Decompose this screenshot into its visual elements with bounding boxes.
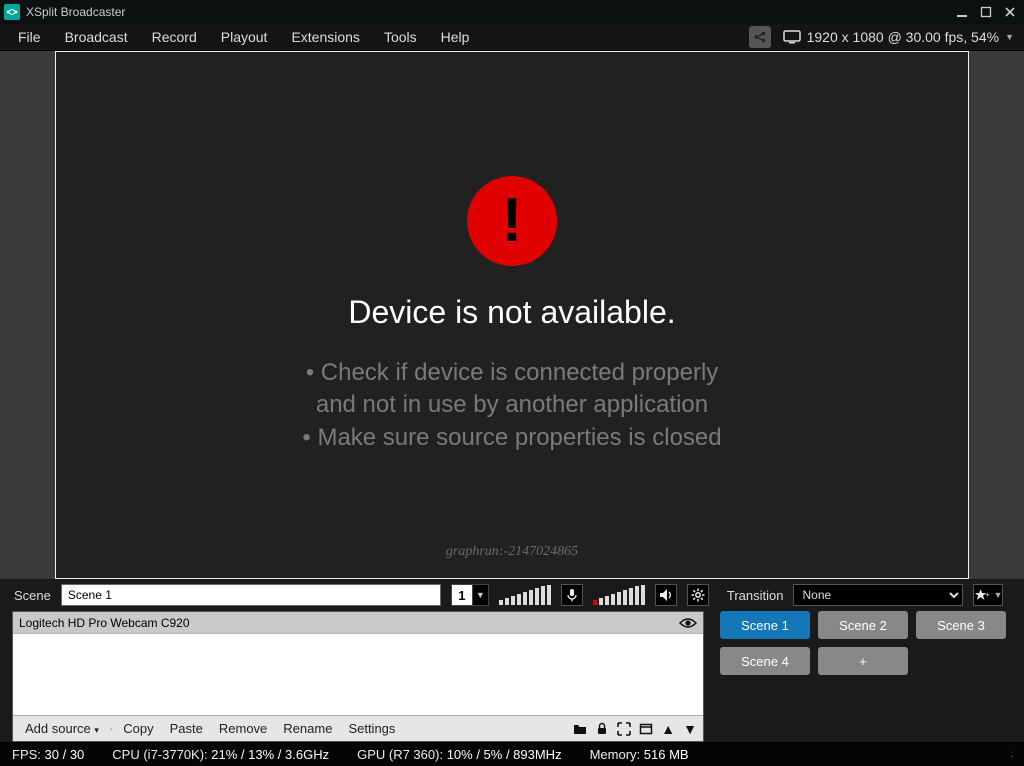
close-button[interactable] (1000, 2, 1020, 22)
share-icon[interactable] (749, 26, 771, 48)
dropdown-caret-icon: ▼ (1005, 32, 1014, 42)
menu-record[interactable]: Record (140, 25, 209, 49)
sources-list[interactable]: Logitech HD Pro Webcam C920 (13, 612, 703, 715)
visibility-eye-icon[interactable] (679, 617, 697, 629)
scene-name-input[interactable] (61, 584, 441, 606)
microphone-meter[interactable] (593, 585, 645, 605)
menu-playout[interactable]: Playout (209, 25, 280, 49)
output-resolution-text: 1920 x 1080 @ 30.00 fps, 54% (807, 29, 999, 45)
error-hint-line: • Make sure source properties is closed (302, 422, 721, 454)
error-hint-line: • Check if device is connected properly (302, 357, 721, 389)
scenes-panel: Scene 1 Scene 2 Scene 3 Scene 4 + (720, 611, 1016, 742)
copy-button[interactable]: Copy (117, 719, 159, 738)
gpu-label: GPU (R7 360): (357, 747, 443, 762)
scene-button[interactable]: Scene 1 (720, 611, 810, 639)
preview-mode-value: 1 (451, 584, 473, 606)
add-source-button[interactable]: Add source ▾ (19, 719, 105, 738)
menu-help[interactable]: Help (429, 25, 482, 49)
lock-icon[interactable] (595, 722, 609, 736)
preview-mode-button[interactable]: 1 ▼ (451, 584, 489, 606)
scene-button[interactable]: Scene 3 (916, 611, 1006, 639)
menu-tools[interactable]: Tools (372, 25, 429, 49)
window-icon[interactable] (639, 722, 653, 736)
error-title: Device is not available. (348, 294, 675, 331)
memory-value: 516 MB (644, 747, 689, 762)
app-icon (4, 4, 20, 20)
stage-gutter-right (969, 51, 1024, 579)
menu-file[interactable]: File (6, 25, 53, 49)
audio-settings-button[interactable] (687, 584, 709, 606)
minimize-button[interactable] (952, 2, 972, 22)
preview-canvas[interactable]: ! Device is not available. • Check if de… (55, 51, 969, 579)
source-settings-button[interactable]: Settings (342, 719, 401, 738)
scene-label: Scene (14, 588, 51, 603)
speaker-button[interactable] (655, 584, 677, 606)
menu-broadcast[interactable]: Broadcast (53, 25, 140, 49)
stinger-favorite-button[interactable]: + ▼ (973, 584, 1003, 606)
memory-label: Memory: (590, 747, 641, 762)
scene-button[interactable]: Scene 2 (818, 611, 908, 639)
monitor-icon (783, 30, 801, 44)
fps-value: 30 / 30 (45, 747, 85, 762)
move-down-icon[interactable]: ▼ (683, 721, 697, 737)
remove-button[interactable]: Remove (213, 719, 273, 738)
maximize-button[interactable] (976, 2, 996, 22)
transition-label: Transition (727, 588, 784, 603)
error-hints: • Check if device is connected properly … (302, 357, 721, 454)
resize-grip-icon[interactable]: .: (1010, 749, 1012, 760)
scene-button[interactable]: Scene 4 (720, 647, 810, 675)
folder-icon[interactable] (573, 722, 587, 736)
graphrun-text: graphrun:-2147024865 (446, 544, 578, 560)
error-icon: ! (467, 176, 557, 266)
output-resolution-button[interactable]: 1920 x 1080 @ 30.00 fps, 54% ▼ (783, 29, 1018, 45)
paste-button[interactable]: Paste (164, 719, 209, 738)
rename-button[interactable]: Rename (277, 719, 338, 738)
expand-icon[interactable] (617, 722, 631, 736)
cpu-value: 21% / 13% / 3.6GHz (211, 747, 329, 762)
cpu-label: CPU (i7-3770K): (112, 747, 207, 762)
fps-label: FPS: (12, 747, 41, 762)
transition-select[interactable]: None (793, 584, 963, 606)
stage-gutter-left (0, 51, 55, 579)
add-scene-button[interactable]: + (818, 647, 908, 675)
source-label: Logitech HD Pro Webcam C920 (19, 616, 190, 630)
error-hint-line: and not in use by another application (302, 389, 721, 421)
speaker-meter[interactable] (499, 585, 551, 605)
source-row[interactable]: Logitech HD Pro Webcam C920 (13, 612, 703, 634)
microphone-button[interactable] (561, 584, 583, 606)
move-up-icon[interactable]: ▲ (661, 721, 675, 737)
chevron-down-icon[interactable]: ▼ (473, 584, 489, 606)
gpu-value: 10% / 5% / 893MHz (447, 747, 562, 762)
svg-text:+: + (986, 590, 991, 599)
app-title: XSplit Broadcaster (26, 5, 125, 19)
menu-extensions[interactable]: Extensions (279, 25, 371, 49)
